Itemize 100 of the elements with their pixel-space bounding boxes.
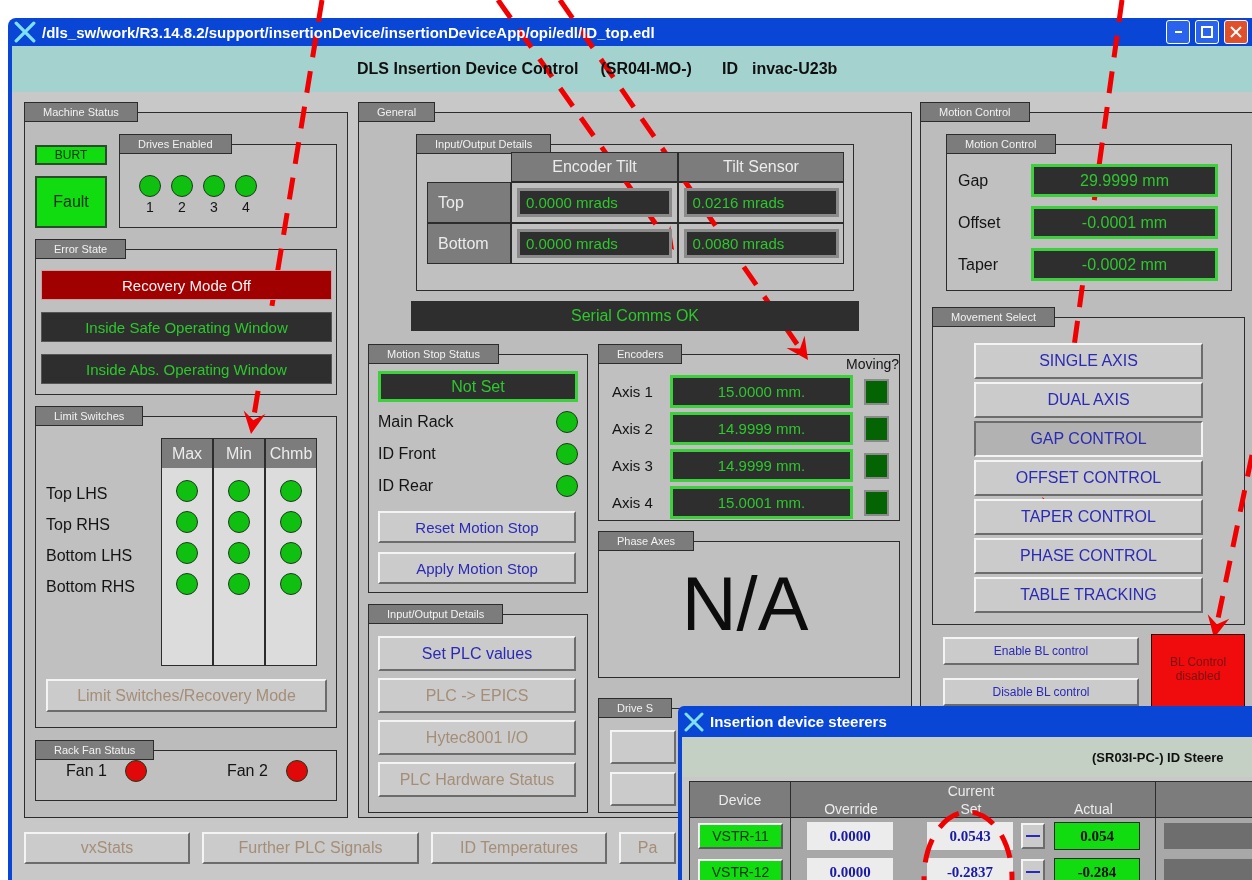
fault-indicator: Fault bbox=[35, 176, 107, 228]
group-title: Drive S bbox=[598, 698, 673, 718]
close-icon bbox=[1230, 26, 1242, 38]
drive-number: 1 bbox=[146, 199, 154, 215]
group-title: Input/Output Details bbox=[368, 604, 504, 624]
axis-readout: 15.0001 mm. bbox=[670, 486, 853, 519]
readback-value: -0.0002 mm bbox=[1031, 248, 1218, 281]
interlock-label: Main Rack bbox=[378, 413, 454, 431]
readback-label: Gap bbox=[958, 171, 990, 190]
axis-label: Axis 2 bbox=[612, 420, 654, 437]
interlock-label: ID Rear bbox=[378, 477, 434, 495]
tilt-readout: 0.0080 mrads bbox=[683, 229, 839, 258]
column-header: Tilt Sensor bbox=[678, 152, 844, 182]
axis-label: Axis 4 bbox=[612, 494, 654, 511]
column-header: Actual bbox=[1073, 800, 1114, 818]
motion-stop-button[interactable]: Reset Motion Stop bbox=[378, 511, 576, 543]
status-indicator: Inside Safe Operating Window bbox=[41, 312, 332, 342]
group-title: Machine Status bbox=[24, 102, 138, 122]
readback-value: 29.9999 mm bbox=[1031, 164, 1218, 197]
group-title: Drives Enabled bbox=[119, 134, 232, 154]
axis-readout: 14.9999 mm. bbox=[670, 412, 853, 445]
mode-button[interactable]: GAP CONTROL bbox=[974, 421, 1203, 457]
maximize-icon bbox=[1201, 26, 1213, 38]
tilt-readout: 0.0000 mrads bbox=[517, 229, 672, 258]
close-button[interactable] bbox=[1224, 20, 1248, 44]
id-label: ID bbox=[721, 60, 738, 78]
tilt-readout: 0.0216 mrads bbox=[683, 188, 839, 217]
group-title: Movement Select bbox=[932, 307, 1055, 327]
actual-value: 0.054 bbox=[1054, 822, 1140, 850]
mode-button[interactable]: TAPER CONTROL bbox=[974, 499, 1203, 535]
setpoint-field[interactable]: -0.2837 bbox=[927, 858, 1013, 880]
phase-axes-value: N/A bbox=[681, 566, 809, 642]
io-button[interactable]: Set PLC values bbox=[378, 636, 576, 671]
mode-button[interactable]: DUAL AXIS bbox=[974, 382, 1203, 418]
status-indicator: Inside Abs. Operating Window bbox=[41, 354, 332, 384]
column-header: Device bbox=[690, 782, 791, 818]
minus-icon bbox=[1026, 870, 1040, 874]
switch-label: Top LHS bbox=[46, 483, 109, 504]
minus-icon bbox=[1026, 834, 1040, 838]
setpoint-field[interactable]: 0.0543 bbox=[927, 822, 1013, 850]
minimize-button[interactable] bbox=[1166, 20, 1190, 44]
moving-label: Moving? bbox=[846, 356, 899, 372]
column-header: Min bbox=[214, 439, 264, 468]
group-title: Motion Stop Status bbox=[368, 344, 499, 364]
axis-label: Axis 1 bbox=[612, 383, 654, 400]
tilt-readout: 0.0000 mrads bbox=[517, 188, 672, 217]
bl-control-button[interactable]: Disable BL control bbox=[943, 678, 1139, 706]
override-field[interactable]: 0.0000 bbox=[807, 858, 893, 880]
switch-label: Bottom RHS bbox=[46, 576, 136, 597]
group-title: General bbox=[358, 102, 436, 122]
drive-button[interactable] bbox=[610, 730, 676, 764]
minus-button[interactable] bbox=[1021, 859, 1045, 880]
window-title: Insertion device steerers bbox=[710, 713, 887, 730]
row-header: Bottom bbox=[427, 223, 511, 264]
group-title: Rack Fan Status bbox=[35, 740, 155, 760]
column-header: Max bbox=[162, 439, 212, 468]
fan-label: Fan 1 bbox=[66, 762, 107, 780]
axis-readout: 15.0000 mm. bbox=[670, 375, 853, 408]
column-header: Chmb bbox=[266, 439, 316, 468]
drive-number: 3 bbox=[210, 199, 218, 215]
burt-indicator: BURT bbox=[35, 145, 107, 165]
mode-button[interactable]: PHASE CONTROL bbox=[974, 538, 1203, 574]
group-title: Motion Control bbox=[946, 134, 1056, 154]
column-header: Encoder Tilt bbox=[511, 152, 678, 182]
column-header: Current bbox=[946, 782, 996, 800]
screen-title: (SR03I-PC-) ID Steere bbox=[1092, 749, 1224, 765]
id-value: invac-U23b bbox=[751, 60, 838, 78]
drive-button[interactable] bbox=[610, 772, 676, 806]
actual-value: -0.284 bbox=[1054, 858, 1140, 880]
group-title: Input/Output Details bbox=[416, 134, 552, 154]
interlock-label: ID Front bbox=[378, 445, 436, 463]
maximize-button[interactable] bbox=[1195, 20, 1219, 44]
switch-label: Top RHS bbox=[46, 514, 112, 535]
motion-stop-status: Not Set bbox=[378, 371, 578, 402]
fan-label: Fan 2 bbox=[226, 762, 268, 780]
readback-value: -0.0001 mm bbox=[1031, 206, 1218, 239]
serial-status: Serial Comms OK bbox=[411, 301, 859, 331]
mode-button[interactable]: SINGLE AXIS bbox=[974, 343, 1203, 379]
group-title: Limit Switches bbox=[35, 406, 144, 426]
readback-label: Offset bbox=[958, 213, 1002, 232]
x-logo-icon bbox=[684, 711, 704, 732]
minimize-icon bbox=[1173, 30, 1183, 34]
minus-button[interactable] bbox=[1021, 823, 1045, 849]
drive-number: 2 bbox=[178, 199, 186, 215]
group-title: Encoders bbox=[598, 344, 683, 364]
device-button[interactable]: VSTR-12 bbox=[698, 859, 783, 880]
mode-button[interactable]: OFFSET CONTROL bbox=[974, 460, 1203, 496]
row-header: Top bbox=[427, 182, 511, 223]
x-logo-icon bbox=[14, 21, 36, 43]
readback-label: Taper bbox=[958, 255, 1000, 274]
switch-label: Bottom LHS bbox=[46, 545, 134, 566]
column-header: Override bbox=[823, 800, 879, 818]
drive-number: 4 bbox=[242, 199, 250, 215]
device-button[interactable]: VSTR-11 bbox=[698, 823, 783, 849]
motion-stop-button[interactable]: Apply Motion Stop bbox=[378, 552, 576, 584]
bl-control-button[interactable]: Enable BL control bbox=[943, 637, 1139, 665]
axis-label: Axis 3 bbox=[612, 457, 654, 474]
group-title: Phase Axes bbox=[598, 531, 695, 551]
mode-button[interactable]: TABLE TRACKING bbox=[974, 577, 1203, 613]
override-field[interactable]: 0.0000 bbox=[807, 822, 893, 850]
